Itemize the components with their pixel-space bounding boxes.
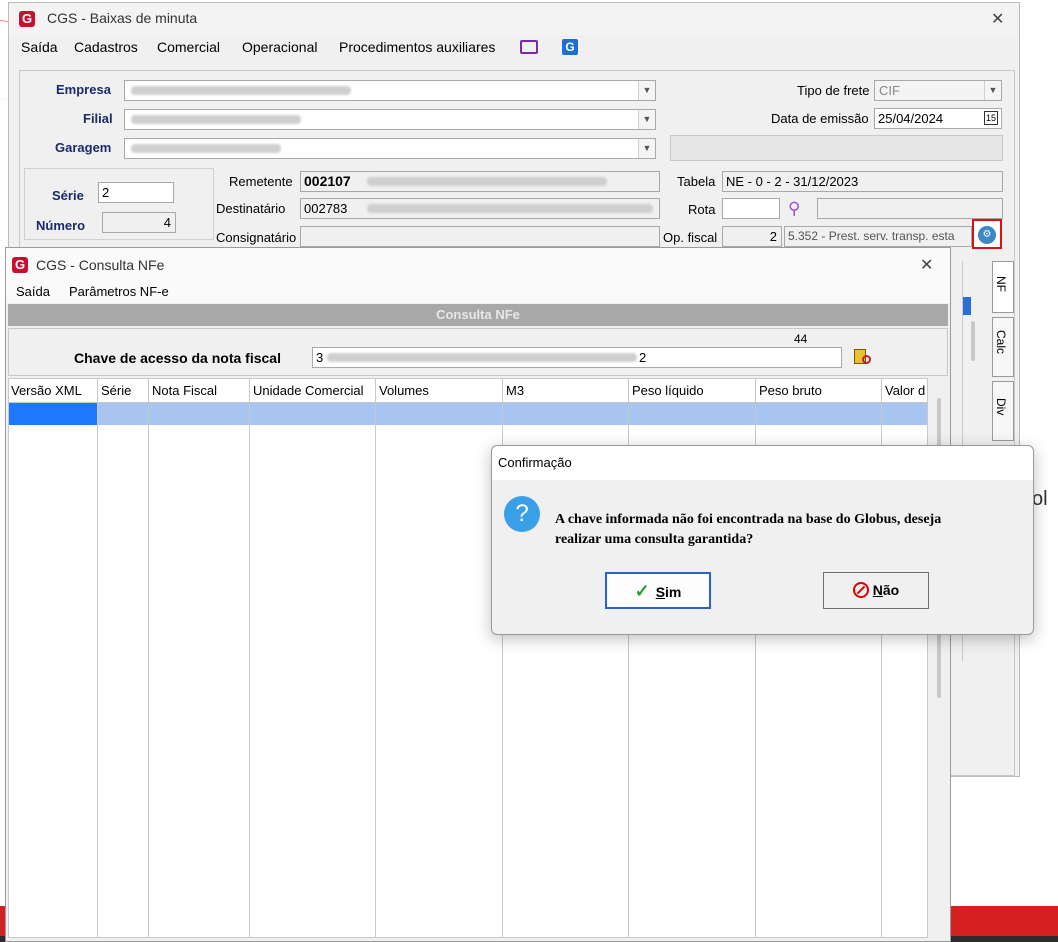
menu-cadastros[interactable]: Cadastros [74,39,138,55]
menu-saida[interactable]: Saída [21,39,58,55]
chevron-down-icon[interactable]: ▼ [984,81,1001,100]
dialog-title: Confirmação [498,455,572,470]
tabela-label: Tabela [677,174,716,189]
col-nota-fiscal[interactable]: Nota Fiscal [152,383,217,398]
consignatario-field[interactable] [300,226,660,247]
tipo-frete-value: CIF [879,83,900,98]
rota-description-field[interactable] [817,198,1003,219]
col-unidade-comercial[interactable]: Unidade Comercial [253,383,364,398]
search-icon[interactable]: ⚲ [788,199,800,219]
calendar-icon[interactable]: 15 [984,111,998,125]
data-emissao-label: Data de emissão [771,111,869,126]
filial-combo[interactable]: ▼ [124,109,656,130]
tipo-frete-label: Tipo de frete [797,83,870,98]
yes-button[interactable]: ✓ Sim [605,572,711,609]
menu-comercial[interactable]: Comercial [157,39,220,55]
main-menu-bar: Saída Cadastros Comercial Operacional Pr… [9,35,1019,61]
key-length: 44 [794,332,808,346]
numero-label: Número [36,218,86,233]
chevron-down-icon[interactable]: ▼ [638,81,655,100]
col-volumes[interactable]: Volumes [379,383,429,398]
cgs-logo-icon: G [19,11,35,27]
col-peso-bruto[interactable]: Peso bruto [759,383,822,398]
nfe-menu-parametros[interactable]: Parâmetros NF-e [69,284,169,299]
col-versao-xml[interactable]: Versão XML [11,383,82,398]
cgs-logo-icon: G [12,257,28,273]
key-value-start: 3 [316,350,324,365]
consulta-nfe-header: Consulta NFe [8,304,948,326]
garagem-label: Garagem [55,140,112,155]
empresa-label: Empresa [56,82,111,97]
filial-label: Filial [83,111,113,126]
check-icon: ✓ [634,581,650,601]
search-key-icon[interactable] [854,348,874,368]
destinatario-field[interactable]: 002783 [300,198,660,219]
main-title-bar: G CGS - Baixas de minuta ✕ [9,3,1019,35]
tab-div[interactable]: Div [992,381,1014,441]
rota-label: Rota [688,202,716,217]
selected-cell[interactable] [9,403,97,425]
no-entry-icon [852,582,869,598]
col-m3[interactable]: M3 [506,383,524,398]
tabela-field[interactable]: NE - 0 - 2 - 31/12/2023 [722,171,1003,192]
confirmation-dialog: Confirmação ? A chave informada não foi … [491,445,1034,635]
col-serie[interactable]: Série [101,383,131,398]
data-emissao-field[interactable]: 25/04/2024 15 [874,108,1002,129]
remetente-code: 002107 [304,173,351,189]
col-peso-liquido[interactable]: Peso líquido [632,383,704,398]
menu-procedimentos-auxiliares[interactable]: Procedimentos auxiliares [339,39,495,55]
nfe-close-icon[interactable]: ✕ [920,255,933,275]
nfe-window-title: CGS - Consulta NFe [36,257,165,273]
serie-field[interactable]: 2 [98,182,174,203]
rota-field[interactable] [722,198,780,219]
dialog-message-line2: realizar uma consulta garantida? [555,532,754,547]
main-window-title: CGS - Baixas de minuta [47,10,198,26]
globe-icon: ⚙ [978,226,996,244]
chevron-down-icon[interactable]: ▼ [638,110,655,129]
chevron-down-icon[interactable]: ▼ [638,139,655,158]
grid-header: Versão XML Série Nota Fiscal Unidade Com… [9,379,927,403]
serie-label: Série [52,188,84,203]
dialog-message-line1: A chave informada não foi encontrada na … [555,512,942,527]
table-row[interactable] [9,403,927,425]
menu-operacional[interactable]: Operacional [242,39,318,55]
tab-nf[interactable]: NF [992,261,1014,313]
data-emissao-value: 25/04/2024 [878,111,944,126]
tab-calc[interactable]: Calc [992,317,1014,377]
op-fiscal-lookup-button[interactable]: ⚙ [972,219,1002,249]
key-input[interactable]: 3 2 [312,347,842,368]
key-label: Chave de acesso da nota fiscal [74,350,281,366]
col-valor[interactable]: Valor d [885,383,925,398]
empresa-combo[interactable]: ▼ [124,80,656,101]
dialog-title-bar: Confirmação [492,446,1033,480]
op-fiscal-label: Op. fiscal [663,230,718,245]
nfe-title-bar: G CGS - Consulta NFe ✕ [6,248,950,281]
remetente-field[interactable]: 002107 [300,171,660,192]
nfe-menu-bar: Saída Parâmetros NF-e [6,281,950,303]
destinatario-label: Destinatário [216,201,286,216]
op-fiscal-number[interactable]: 2 [722,226,782,247]
background-partial-text: ol [1032,488,1048,510]
key-value-end: 2 [639,350,647,365]
info-box [670,135,1003,161]
garagem-combo[interactable]: ▼ [124,138,656,159]
no-button[interactable]: Não [823,572,929,609]
dialog-message: A chave informada não foi encontrada na … [555,510,1025,550]
remetente-label: Remetente [229,174,293,189]
consignatario-label: Consignatário [216,230,297,245]
tipo-frete-combo[interactable]: CIF ▼ [874,80,1002,101]
globus-icon[interactable]: G [562,39,578,55]
op-fiscal-description[interactable]: 5.352 - Prest. serv. transp. esta [784,226,972,247]
nfe-menu-saida[interactable]: Saída [16,284,50,299]
monitor-icon[interactable] [520,40,538,54]
main-close-icon[interactable]: ✕ [991,9,1004,29]
numero-field[interactable]: 4 [102,212,176,233]
destinatario-code: 002783 [304,201,348,216]
question-icon: ? [504,496,540,532]
